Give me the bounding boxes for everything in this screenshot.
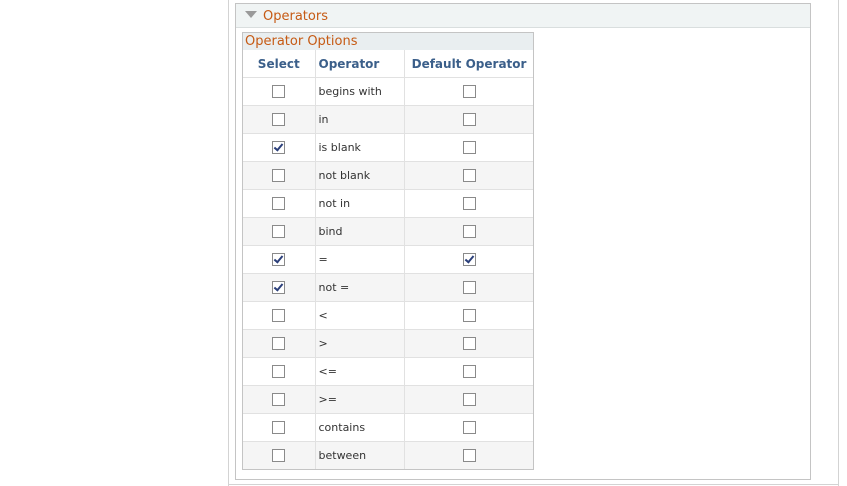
table-row: is blank — [243, 133, 533, 162]
operator-options-table: Select Operator Default Operator begins … — [243, 50, 533, 469]
section-title[interactable]: Operators — [263, 10, 328, 24]
operator-cell: in — [315, 105, 406, 134]
page-left-border — [228, 0, 229, 486]
operators-section-header[interactable]: Operators — [236, 4, 810, 28]
default-operator-cell — [404, 77, 533, 106]
default-operator-checkbox[interactable] — [462, 113, 476, 127]
operator-cell: bind — [315, 217, 406, 246]
select-cell — [243, 161, 316, 190]
select-cell — [243, 77, 316, 106]
operator-cell: = — [315, 245, 406, 274]
operator-cell: <= — [315, 357, 406, 386]
column-header-default-operator: Default Operator — [411, 56, 527, 71]
select-cell — [243, 385, 316, 414]
collapse-triangle-icon[interactable] — [245, 11, 257, 18]
table-row: > — [243, 329, 533, 358]
select-cell — [243, 245, 316, 274]
default-operator-checkbox[interactable] — [462, 365, 476, 379]
default-operator-checkbox[interactable] — [462, 393, 476, 407]
select-checkbox[interactable] — [272, 85, 286, 99]
table-row: in — [243, 105, 533, 134]
default-operator-checkbox[interactable] — [462, 309, 476, 323]
table-row: contains — [243, 413, 533, 442]
default-operator-checkbox[interactable] — [462, 141, 476, 155]
default-operator-checkbox[interactable] — [462, 85, 476, 99]
select-cell — [243, 133, 316, 162]
default-operator-checkbox[interactable] — [462, 169, 476, 183]
table-row: bind — [243, 217, 533, 246]
operator-cell: between — [315, 441, 406, 469]
operator-cell: >= — [315, 385, 406, 414]
table-row: < — [243, 301, 533, 330]
select-checkbox[interactable] — [272, 365, 286, 379]
table-row: not in — [243, 189, 533, 218]
page-bottom-border — [228, 484, 839, 485]
default-operator-cell — [404, 189, 533, 218]
table-row: >= — [243, 385, 533, 414]
select-cell — [243, 357, 316, 386]
operator-cell: begins with — [315, 77, 406, 106]
operator-cell: not blank — [315, 161, 406, 190]
default-operator-cell — [404, 329, 533, 358]
select-checkbox[interactable] — [272, 421, 286, 435]
select-checkbox[interactable] — [272, 113, 286, 127]
default-operator-cell — [404, 301, 533, 330]
default-operator-cell — [404, 161, 533, 190]
table-row: between — [243, 441, 533, 469]
select-checkbox[interactable] — [272, 169, 286, 183]
table-row: not blank — [243, 161, 533, 190]
default-operator-checkbox[interactable] — [462, 449, 476, 463]
select-checkbox[interactable] — [272, 281, 286, 295]
operator-cell: contains — [315, 413, 406, 442]
table-row: begins with — [243, 77, 533, 106]
select-cell — [243, 329, 316, 358]
default-operator-checkbox[interactable] — [462, 421, 476, 435]
select-checkbox[interactable] — [272, 309, 286, 323]
operator-cell: < — [315, 301, 406, 330]
default-operator-cell — [404, 385, 533, 414]
select-checkbox[interactable] — [272, 449, 286, 463]
default-operator-cell — [404, 441, 533, 469]
default-operator-checkbox[interactable] — [462, 197, 476, 211]
default-operator-checkbox[interactable] — [462, 253, 476, 267]
select-cell — [243, 105, 316, 134]
column-header-select: Select — [243, 50, 316, 78]
default-operator-cell — [404, 357, 533, 386]
default-operator-cell — [404, 273, 533, 302]
default-operator-cell — [404, 133, 533, 162]
select-checkbox[interactable] — [272, 253, 286, 267]
default-operator-checkbox[interactable] — [462, 281, 476, 295]
select-checkbox[interactable] — [272, 337, 286, 351]
operator-cell: not = — [315, 273, 406, 302]
operator-cell: > — [315, 329, 406, 358]
operator-cell: is blank — [315, 133, 406, 162]
operator-options-grid: Operator Options Select Operator Default… — [242, 32, 534, 470]
select-checkbox[interactable] — [272, 141, 286, 155]
table-row: = — [243, 245, 533, 274]
default-operator-cell — [404, 413, 533, 442]
grid-title: Operator Options — [243, 33, 533, 50]
column-header-operator: Operator — [315, 50, 406, 78]
select-cell — [243, 441, 316, 469]
select-checkbox[interactable] — [272, 393, 286, 407]
select-cell — [243, 189, 316, 218]
default-operator-cell — [404, 217, 533, 246]
default-operator-cell — [404, 245, 533, 274]
operator-cell: not in — [315, 189, 406, 218]
select-cell — [243, 217, 316, 246]
select-cell — [243, 301, 316, 330]
select-checkbox[interactable] — [272, 225, 286, 239]
table-header-row: Select Operator Default Operator — [243, 50, 533, 78]
table-row: <= — [243, 357, 533, 386]
select-checkbox[interactable] — [272, 197, 286, 211]
default-operator-cell — [404, 105, 533, 134]
table-row: not = — [243, 273, 533, 302]
select-cell — [243, 413, 316, 442]
page-right-border — [838, 0, 839, 486]
default-operator-checkbox[interactable] — [462, 225, 476, 239]
select-cell — [243, 273, 316, 302]
default-operator-checkbox[interactable] — [462, 337, 476, 351]
